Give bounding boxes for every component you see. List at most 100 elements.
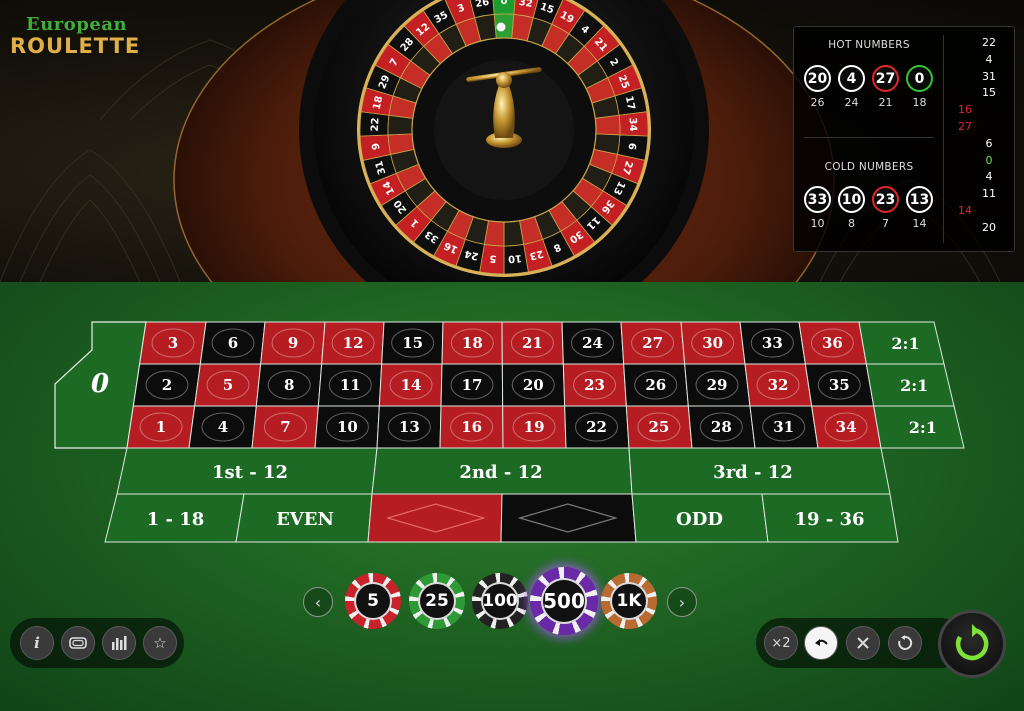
cold-number-count: 10 [810,217,825,230]
stats-divider [804,137,934,138]
bet-low-label: 1 - 18 [147,509,205,530]
bet-dozen-label: 1st - 12 [212,462,288,483]
bet-column-label: 2:1 [909,418,937,437]
turret-knob [496,72,512,88]
bet-number-label: 34 [836,418,857,436]
bet-number-label: 19 [524,418,545,436]
bet-number-label: 18 [462,334,483,352]
bet-number-label: 22 [586,418,607,436]
bet-number-label: 13 [399,418,420,436]
bet-number-label: 36 [822,334,843,352]
bet-number-label: 2 [162,376,172,394]
chip-100[interactable]: 100 [472,573,528,629]
chip-value-label: 1K [609,581,649,621]
bet-number-label: 3 [168,334,178,352]
bet-column-label: 2:1 [891,334,919,353]
wheel-number-label: 6 [626,142,638,150]
cold-number-count: 14 [912,217,927,230]
wheel-ball-pocket [594,114,621,136]
history-result: 15 [982,86,996,100]
history-result: 16 [958,103,972,117]
bet-number-label: 26 [645,376,666,394]
bet-number-label: 28 [711,418,732,436]
cold-number-ball: 33 [804,186,831,213]
hot-number-ball: 4 [838,65,865,92]
chips-next-arrow[interactable]: › [667,587,697,617]
chips-prev-arrow[interactable]: ‹ [303,587,333,617]
bet-zero-label: 0 [91,369,109,399]
bet-number-label: 16 [461,418,482,436]
undo-icon[interactable] [804,626,838,660]
hot-number-ball: 20 [804,65,831,92]
wheel-number-label: 0 [501,0,508,7]
bet-number-label: 8 [284,376,294,394]
cold-number-ball: 10 [838,186,865,213]
chip-5[interactable]: 5 [345,573,401,629]
history-result: 4 [985,52,993,66]
bet-dozen-label: 2nd - 12 [459,462,542,483]
bet-number-label: 24 [582,334,603,352]
chip-value-label: 500 [540,577,588,625]
cold-number-ball: 13 [906,186,933,213]
history-result: 20 [982,220,996,234]
bet-number-label: 6 [228,334,238,352]
rebet-icon[interactable] [888,626,922,660]
bet-number-label: 21 [522,334,543,352]
wheel-number-label: 34 [627,117,639,131]
bet-number-label: 1 [156,418,166,436]
bet-number-label: 5 [223,376,233,394]
hot-number-ball: 27 [872,65,899,92]
layout-icon[interactable] [61,626,95,660]
bet-number-label: 32 [768,376,789,394]
wheel-number-label: 5 [489,252,497,264]
stats-vertical-divider [943,35,944,243]
bet-number-label: 17 [462,376,483,394]
clear-bets-icon[interactable] [846,626,880,660]
stats-panel: HOT NUMBERS COLD NUMBERS 20 26 4 24 27 21 0 18 3… [793,26,1015,252]
bet-number-label: 25 [648,418,669,436]
bet-number-label: 7 [280,418,290,436]
bet-number-label: 4 [218,418,228,436]
bet-number-label: 15 [402,334,423,352]
info-icon[interactable]: i [20,626,54,660]
double-bet-icon[interactable]: ×2 [764,626,798,660]
bet-number-label: 31 [773,418,794,436]
chip-1K[interactable]: 1K [601,573,657,629]
chip-value-label: 5 [353,581,393,621]
chip-value-label: 25 [417,581,457,621]
hot-number-count: 18 [912,96,927,109]
bet-dozen-label: 3rd - 12 [713,462,793,483]
history-result: 14 [958,204,972,217]
history-result: 31 [982,69,996,83]
favorite-star-icon[interactable]: ☆ [143,626,177,660]
spin-icon[interactable] [938,610,1006,678]
bet-number-label: 33 [762,334,783,352]
hot-number-ball: 0 [906,65,933,92]
hot-number-count: 21 [878,96,893,109]
cold-number-count: 8 [848,217,855,230]
hot-number-count: 24 [844,96,859,109]
history-result: 4 [985,170,993,184]
bet-number-label: 12 [343,334,364,352]
wheel-number-label: 9 [371,142,383,150]
bet-number-label: 27 [642,334,663,352]
bet-number-label: 29 [707,376,728,394]
chip-500[interactable]: 500 [530,567,598,635]
bet-number-label: 23 [584,376,605,394]
hot-numbers-title: HOT NUMBERS [828,39,910,51]
history-result: 6 [985,136,993,150]
cold-number-ball: 23 [872,186,899,213]
bet-column-label: 2:1 [900,376,928,395]
bet-number-label: 10 [337,418,358,436]
history-result: 22 [982,36,996,49]
bet-number-label: 9 [288,334,298,352]
bet-number-label: 30 [702,334,723,352]
bet-number-label: 11 [340,376,361,394]
bet-number-label: 14 [401,376,422,394]
bet-actions-bar: ×2 [756,618,966,668]
chip-25[interactable]: 25 [409,573,465,629]
stats-icon[interactable] [102,626,136,660]
cold-number-count: 7 [882,217,889,230]
left-toolbar: i ☆ [10,618,184,668]
chip-value-label: 100 [480,581,520,621]
